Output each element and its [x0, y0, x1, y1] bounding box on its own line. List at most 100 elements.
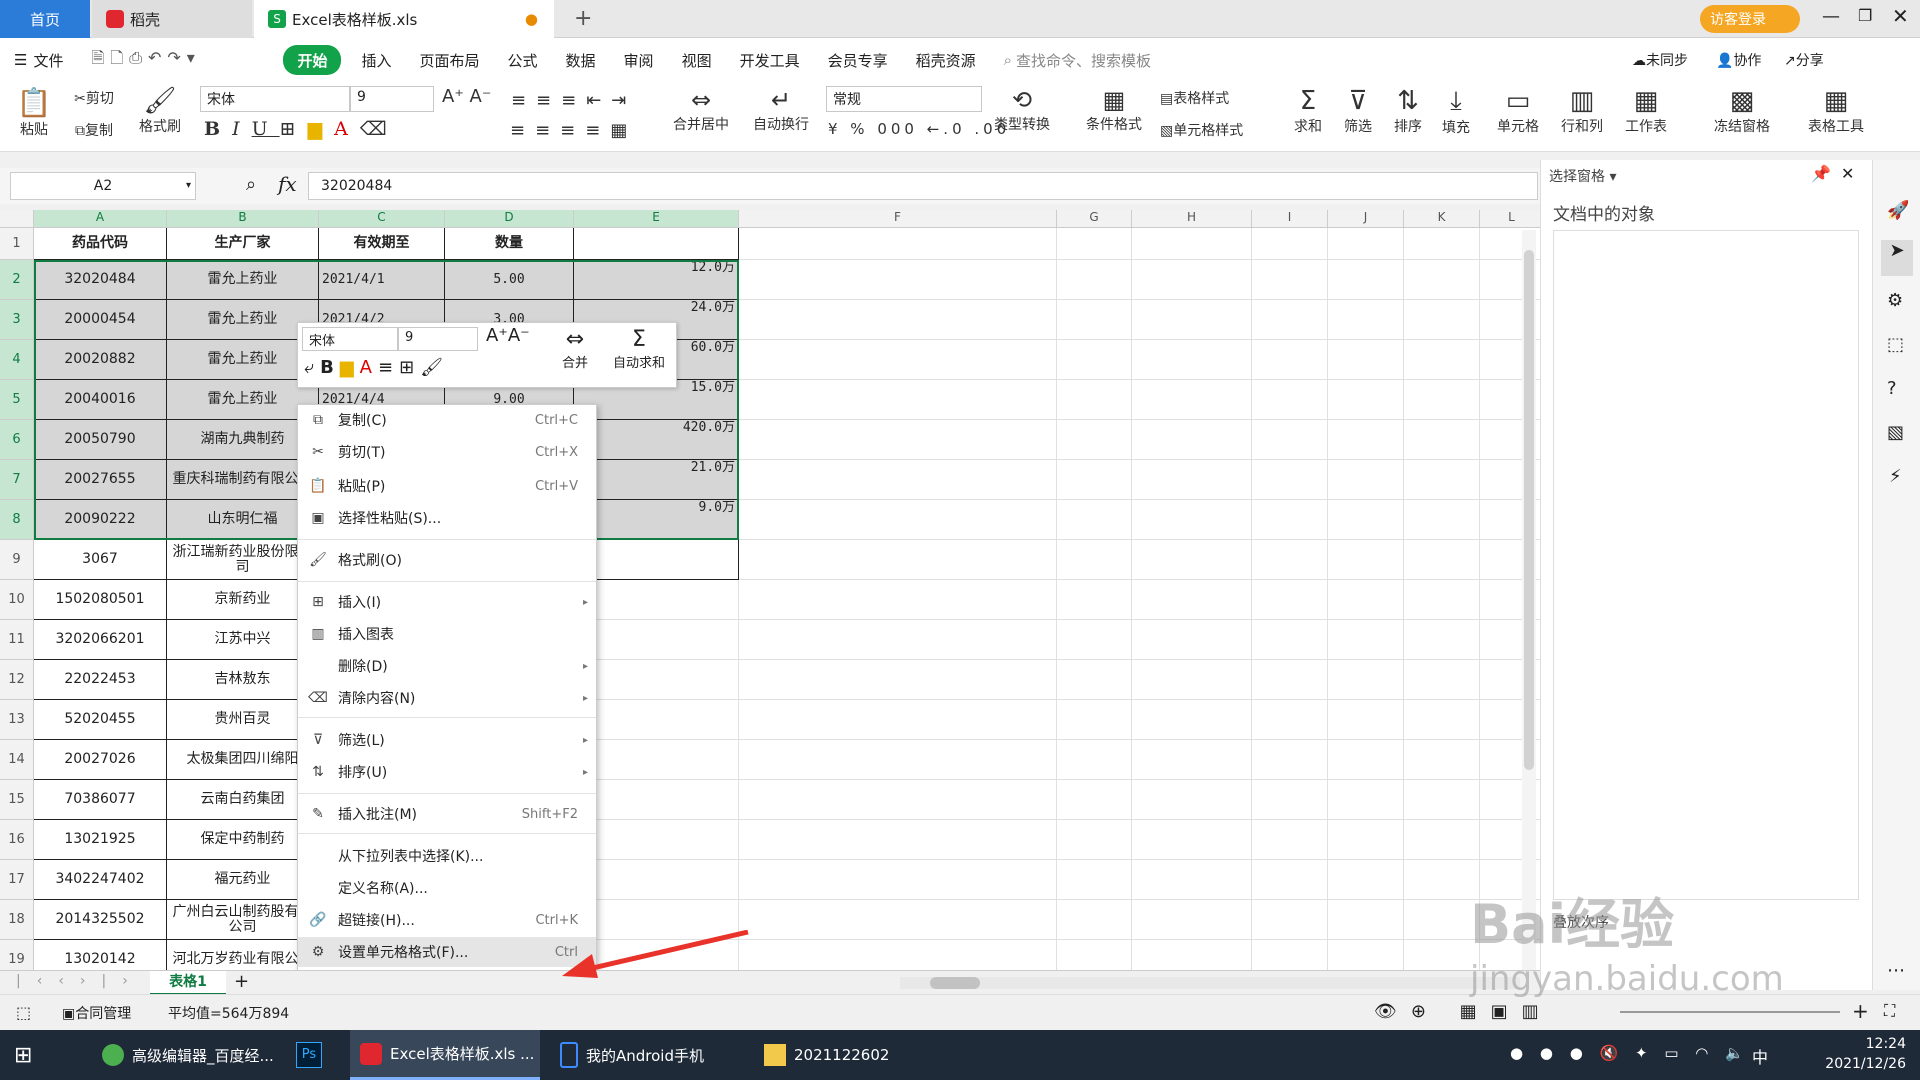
help-icon[interactable]: ? — [1887, 378, 1897, 399]
context-menu-item[interactable]: 从下拉列表中选择(K)... — [298, 841, 596, 871]
mini-font-grow-icon[interactable]: A⁺A⁻ — [486, 325, 530, 346]
name-box[interactable]: A2 ▾ — [10, 172, 196, 200]
menu-tab-1[interactable]: 插入 — [347, 45, 405, 75]
column-header-I[interactable]: I — [1252, 210, 1328, 228]
export-icon[interactable]: ⬚ — [1887, 334, 1904, 355]
row-header[interactable]: 9 — [0, 540, 34, 580]
taskbar-item-editor[interactable]: 高级编辑器_百度经... — [94, 1030, 284, 1080]
context-menu-item[interactable]: ▣ 选择性粘贴(S)... — [298, 503, 596, 533]
corner-cell[interactable] — [0, 210, 34, 228]
font-select[interactable]: 宋体 — [200, 86, 350, 112]
cut-button[interactable]: ✂剪切 — [64, 88, 124, 108]
tab-wps[interactable]: 稻壳 — [92, 0, 252, 38]
table-cell[interactable]: 420.0万 — [574, 420, 739, 460]
paste-button[interactable]: 📋 粘贴 — [12, 86, 56, 139]
quick-access-toolbar[interactable]: 🗎🗋⎙↶↷▾ — [77, 45, 277, 75]
column-header-J[interactable]: J — [1328, 210, 1404, 228]
column-header-L[interactable]: L — [1480, 210, 1540, 228]
login-button[interactable]: 访客登录 — [1700, 5, 1800, 33]
header-cell[interactable]: 药品代码 — [34, 228, 167, 260]
taskbar-item-folder[interactable]: 2021122602 — [760, 1030, 910, 1080]
vscroll-thumb[interactable] — [1524, 250, 1534, 770]
row-header[interactable]: 4 — [0, 340, 34, 380]
collab-button[interactable]: 👤协作 — [1716, 50, 1761, 70]
row-header[interactable]: 16 — [0, 820, 34, 860]
row-header[interactable]: 11 — [0, 620, 34, 660]
table-cell[interactable] — [574, 540, 739, 580]
table-cell[interactable]: 21.0万 — [574, 460, 739, 500]
table-cell[interactable]: 20000454 — [34, 300, 167, 340]
sheet-nav-icons[interactable]: |‹‹›|› — [16, 973, 144, 989]
menu-tab-9[interactable]: 稻壳资源 — [902, 45, 990, 75]
table-cell[interactable]: 20027655 — [34, 460, 167, 500]
add-sheet-icon[interactable]: + — [234, 971, 249, 992]
context-menu-item[interactable]: 🔗 超链接(H)... Ctrl+K — [298, 905, 596, 935]
context-menu-item[interactable]: ⊞ 插入(I) ▸ — [298, 587, 596, 617]
row-header[interactable]: 3 — [0, 300, 34, 340]
table-cell[interactable]: 雷允上药业 — [167, 260, 319, 300]
format-painter-button[interactable]: 🖌 格式刷 — [134, 86, 186, 136]
scroll-thumb[interactable] — [930, 977, 980, 989]
header-cell[interactable]: 数量 — [445, 228, 574, 260]
restore-button[interactable]: ❐ — [1858, 6, 1872, 25]
menu-tab-2[interactable]: 页面布局 — [406, 45, 494, 75]
context-menu-item[interactable]: ✎ 插入批注(M) Shift+F2 — [298, 799, 596, 829]
taskbar-item-android[interactable]: 我的Android手机 — [556, 1030, 736, 1080]
objects-list[interactable] — [1553, 230, 1859, 900]
command-search[interactable]: ⌕ 查找命令、搜索模板 — [990, 45, 1165, 75]
conditional-format-button[interactable]: ▦ 条件格式 — [1076, 86, 1152, 134]
column-header-D[interactable]: D — [445, 210, 574, 228]
table-cell[interactable]: 2014325502 — [34, 900, 167, 940]
table-cell[interactable]: 1502080501 — [34, 580, 167, 620]
fill-button[interactable]: ⤓ 填充 — [1434, 86, 1478, 137]
context-menu-item[interactable]: ⇅ 排序(U) ▸ — [298, 757, 596, 787]
table-cell[interactable]: 12.0万 — [574, 260, 739, 300]
row-col-button[interactable]: ▥ 行和列 — [1554, 86, 1610, 136]
column-header-K[interactable]: K — [1404, 210, 1480, 228]
contract-manage-button[interactable]: ▣合同管理 — [62, 1003, 131, 1023]
table-cell[interactable]: 9.0万 — [574, 500, 739, 540]
table-cell[interactable]: 52020455 — [34, 700, 167, 740]
row-header[interactable]: 5 — [0, 380, 34, 420]
row-header[interactable]: 8 — [0, 500, 34, 540]
freeze-panes-button[interactable]: ▩ 冻结窗格 — [1706, 86, 1778, 136]
table-cell[interactable]: 2021/4/1 — [319, 260, 445, 300]
table-cell[interactable]: 13021925 — [34, 820, 167, 860]
zoom-in-icon[interactable]: + — [1852, 999, 1869, 1023]
table-cell[interactable]: 20040016 — [34, 380, 167, 420]
cursor-icon[interactable]: ➤ — [1881, 240, 1913, 276]
tab-home[interactable]: 首页 — [0, 0, 90, 38]
mini-size-select[interactable]: 9 — [398, 327, 478, 351]
row-header[interactable]: 6 — [0, 420, 34, 460]
image-icon[interactable]: ▧ — [1887, 422, 1904, 443]
context-menu-item[interactable]: 删除(D) ▸ — [298, 651, 596, 681]
context-menu-item[interactable]: ⧉ 复制(C) Ctrl+C — [298, 405, 596, 435]
ime-indicator[interactable]: 中 — [1752, 1044, 1768, 1068]
align-group[interactable]: ≡≡≡⇤⇥ ≡≡≡≡▦ — [510, 86, 637, 146]
fullscreen-icon[interactable]: ⛶ — [1884, 1001, 1895, 1021]
column-header-E[interactable]: E — [574, 210, 739, 228]
filter-button[interactable]: ⊽ 筛选 — [1336, 86, 1380, 136]
context-menu-item[interactable]: ⚙ 设置单元格格式(F)... Ctrl — [298, 937, 596, 967]
fx-button[interactable]: fx — [278, 172, 297, 196]
merge-center-button[interactable]: ⇔ 合并居中 — [664, 86, 738, 134]
worksheet-button[interactable]: ▦ 工作表 — [1618, 86, 1674, 136]
taskbar-item-excel[interactable]: Excel表格样板.xls ... — [350, 1030, 540, 1080]
file-menu[interactable]: ☰ 文件 — [0, 45, 77, 75]
table-cell[interactable]: 20027026 — [34, 740, 167, 780]
menu-tab-8[interactable]: 会员专享 — [814, 45, 902, 75]
taskbar-photoshop[interactable]: Ps — [296, 1030, 336, 1080]
context-menu-item[interactable]: ⊽ 筛选(L) ▸ — [298, 725, 596, 755]
cell-style-button[interactable]: ▧单元格样式 — [1160, 120, 1243, 140]
row-header[interactable]: 1 — [0, 228, 34, 260]
menu-tab-7[interactable]: 开发工具 — [726, 45, 814, 75]
mini-font-select[interactable]: 宋体 — [302, 327, 398, 351]
tab-document[interactable]: S Excel表格样板.xls ● — [254, 0, 554, 38]
menu-tab-5[interactable]: 审阅 — [610, 45, 668, 75]
menu-tab-6[interactable]: 视图 — [668, 45, 726, 75]
row-header[interactable]: 7 — [0, 460, 34, 500]
table-cell[interactable]: 13020142 — [34, 940, 167, 970]
column-header-H[interactable]: H — [1132, 210, 1252, 228]
sort-button[interactable]: ⇅ 排序 — [1386, 86, 1430, 136]
table-cell[interactable]: 20020882 — [34, 340, 167, 380]
